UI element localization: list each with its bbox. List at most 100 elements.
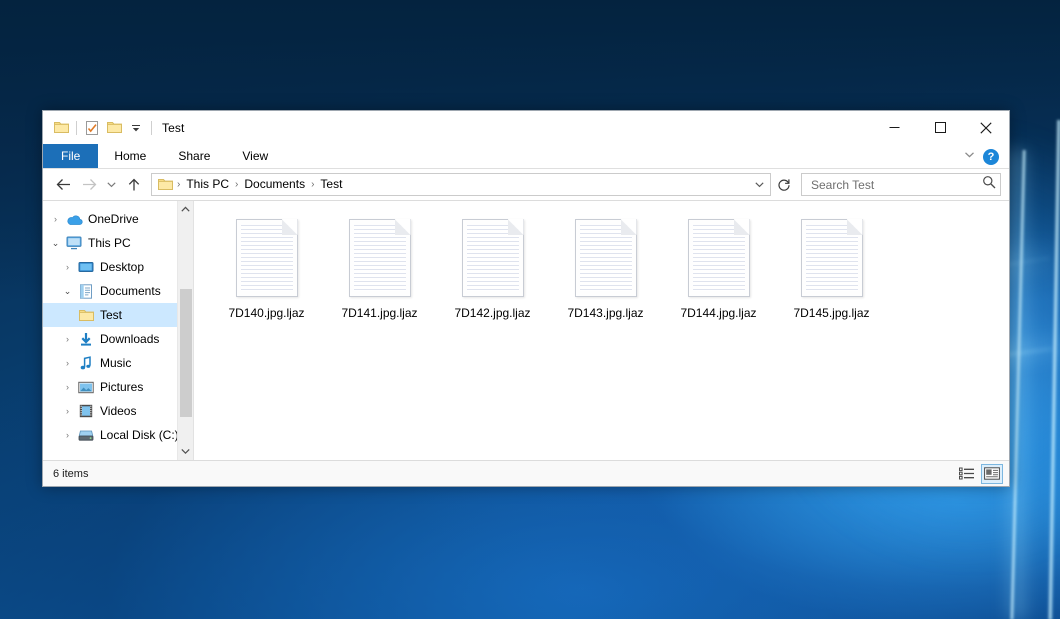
file-list-view[interactable]: 7D140.jpg.ljaz 7D141.jpg.ljaz — [194, 201, 1009, 460]
window-title: Test — [162, 121, 184, 135]
file-item[interactable]: 7D140.jpg.ljaz — [210, 215, 323, 337]
close-button[interactable] — [963, 111, 1009, 144]
title-bar: Test — [43, 111, 1009, 144]
sidebar-item-this-pc[interactable]: ⌄ This PC — [43, 231, 193, 255]
sidebar-item-test[interactable]: Test — [43, 303, 193, 327]
file-grid: 7D140.jpg.ljaz 7D141.jpg.ljaz — [210, 215, 1009, 337]
tab-home[interactable]: Home — [98, 144, 162, 168]
qat-separator-1 — [76, 121, 77, 135]
chevron-right-icon[interactable]: › — [59, 430, 76, 440]
breadcrumb-test[interactable]: Test — [315, 174, 347, 195]
item-count-label: 6 items — [53, 468, 88, 480]
desktop-background: Test File Home Share View — [0, 0, 1060, 619]
minimize-button[interactable] — [871, 111, 917, 144]
scroll-down-button[interactable] — [178, 443, 193, 460]
sidebar-item-label: OneDrive — [87, 212, 139, 226]
navigation-pane-scrollbar[interactable] — [177, 201, 193, 460]
documents-icon — [76, 284, 96, 299]
sidebar-item-videos[interactable]: › Videos — [43, 399, 193, 423]
scroll-up-button[interactable] — [178, 201, 193, 218]
sidebar-item-downloads[interactable]: › Downloads — [43, 327, 193, 351]
status-bar: 6 items — [43, 460, 1009, 486]
back-button[interactable] — [51, 173, 75, 197]
chevron-right-icon[interactable]: › — [59, 358, 76, 368]
chevron-right-icon[interactable]: › — [59, 382, 76, 392]
address-bar[interactable]: › This PC › Documents › Test — [151, 173, 771, 196]
sidebar-item-pictures[interactable]: › Pictures — [43, 375, 193, 399]
file-name: 7D144.jpg.ljaz — [680, 306, 756, 321]
sidebar-item-label: Music — [99, 356, 131, 370]
chevron-right-icon[interactable]: › — [59, 406, 76, 416]
folder-tree: › OneDrive ⌄ — [43, 207, 193, 447]
sidebar-item-onedrive[interactable]: › OneDrive — [43, 207, 193, 231]
generic-file-icon — [349, 219, 411, 297]
window-body: › OneDrive ⌄ — [43, 200, 1009, 460]
chevron-right-icon[interactable]: › — [59, 334, 76, 344]
tab-view[interactable]: View — [226, 144, 284, 168]
details-view-button[interactable] — [956, 464, 978, 484]
large-icons-view-button[interactable] — [981, 464, 1003, 484]
chevron-right-icon[interactable]: › — [59, 262, 76, 272]
breadcrumb-documents[interactable]: Documents — [239, 174, 310, 195]
tab-share[interactable]: Share — [162, 144, 226, 168]
file-item[interactable]: 7D145.jpg.ljaz — [775, 215, 888, 337]
folder-icon[interactable] — [50, 117, 72, 139]
up-button[interactable] — [122, 173, 146, 197]
music-note-icon — [76, 356, 96, 371]
breadcrumb: › This PC › Documents › Test — [156, 174, 750, 195]
sidebar-item-local-disk-c[interactable]: › Local Disk (C:) — [43, 423, 193, 447]
sidebar-item-label: Local Disk (C:) — [99, 428, 179, 442]
chevron-down-icon[interactable]: ⌄ — [59, 286, 76, 297]
breadcrumb-this-pc[interactable]: This PC — [181, 174, 234, 195]
chevron-down-icon[interactable]: ⌄ — [47, 238, 64, 249]
generic-file-icon — [236, 219, 298, 297]
help-icon[interactable]: ? — [983, 149, 999, 165]
ribbon-tab-bar: File Home Share View ? — [43, 144, 1009, 169]
search-box[interactable] — [801, 173, 1001, 196]
quick-access-toolbar: Test — [43, 111, 184, 144]
navigation-pane: › OneDrive ⌄ — [43, 201, 193, 460]
file-item[interactable]: 7D143.jpg.ljaz — [549, 215, 662, 337]
scrollbar-thumb[interactable] — [180, 289, 192, 417]
this-pc-monitor-icon — [64, 236, 84, 250]
search-input[interactable] — [809, 177, 982, 193]
generic-file-icon — [575, 219, 637, 297]
chevron-down-icon[interactable] — [963, 148, 976, 166]
file-item[interactable]: 7D144.jpg.ljaz — [662, 215, 775, 337]
forward-button — [77, 173, 101, 197]
address-dropdown-icon[interactable] — [750, 179, 768, 190]
hard-drive-icon — [76, 429, 96, 442]
file-item[interactable]: 7D142.jpg.ljaz — [436, 215, 549, 337]
chevron-right-icon[interactable]: › — [47, 214, 64, 224]
sidebar-item-documents[interactable]: ⌄ Documents — [43, 279, 193, 303]
file-name: 7D145.jpg.ljaz — [793, 306, 869, 321]
videos-film-icon — [76, 404, 96, 418]
breadcrumb-folder-icon[interactable] — [156, 178, 176, 191]
sidebar-item-label: Videos — [99, 404, 136, 418]
file-name: 7D143.jpg.ljaz — [567, 306, 643, 321]
recent-locations-button[interactable] — [103, 173, 120, 197]
file-name: 7D140.jpg.ljaz — [228, 306, 304, 321]
customize-qat-dropdown-icon[interactable] — [125, 117, 147, 139]
tab-file[interactable]: File — [43, 144, 98, 168]
sidebar-item-label: Desktop — [99, 260, 144, 274]
properties-icon[interactable] — [81, 117, 103, 139]
new-folder-icon[interactable] — [103, 117, 125, 139]
generic-file-icon — [688, 219, 750, 297]
window-controls — [871, 111, 1009, 144]
ribbon-right-controls: ? — [963, 144, 1005, 169]
desktop-icon — [76, 261, 96, 274]
refresh-button[interactable] — [773, 173, 795, 196]
generic-file-icon — [801, 219, 863, 297]
file-item[interactable]: 7D141.jpg.ljaz — [323, 215, 436, 337]
sidebar-item-label: Pictures — [99, 380, 143, 394]
sidebar-item-music[interactable]: › Music — [43, 351, 193, 375]
downloads-arrow-icon — [76, 332, 96, 347]
address-bar-row: › This PC › Documents › Test — [43, 169, 1009, 200]
search-icon[interactable] — [982, 175, 996, 194]
sidebar-item-label: Downloads — [99, 332, 159, 346]
sidebar-item-label: This PC — [87, 236, 131, 250]
sidebar-item-desktop[interactable]: › Desktop — [43, 255, 193, 279]
view-mode-buttons — [956, 464, 1003, 484]
maximize-button[interactable] — [917, 111, 963, 144]
